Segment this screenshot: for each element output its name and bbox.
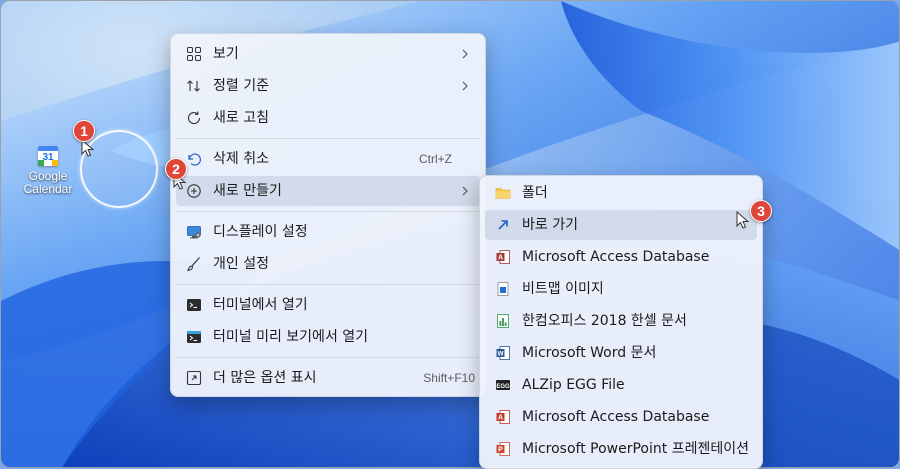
word-icon: W [496,346,510,360]
menu-item-label: 새로 고침 [213,110,269,126]
menu-item-open-in-terminal-preview[interactable]: 터미널 미리 보기에서 열기 [176,322,480,352]
menu-item-personalize[interactable]: 개인 설정 [176,249,480,279]
refresh-icon [187,111,201,125]
submenu-item-access-database-2[interactable]: A Microsoft Access Database [485,402,757,432]
submenu-item-alzip-egg-file[interactable]: EGG ALZip EGG File [485,370,757,400]
submenu-item-label: Microsoft PowerPoint 프레젠테이션 [522,441,749,457]
menu-item-label: 더 많은 옵션 표시 [213,370,317,386]
menu-separator [176,211,480,212]
submenu-item-shortcut[interactable]: 바로 가기 [485,210,757,240]
menu-item-open-in-terminal[interactable]: 터미널에서 열기 [176,290,480,320]
submenu-item-label: 한컴오피스 2018 한셀 문서 [522,313,687,329]
terminal-preview-icon [187,331,201,343]
menu-item-view[interactable]: 보기 [176,39,480,69]
undo-icon [188,153,201,166]
chevron-right-icon [462,49,468,59]
powerpoint-icon: P [496,442,510,456]
access-icon: A [496,410,510,424]
menu-item-label: 정렬 기준 [213,78,269,94]
chevron-right-icon [462,186,468,196]
menu-item-label: 삭제 취소 [213,151,269,167]
menu-item-undo-delete[interactable]: 삭제 취소 Ctrl+Z [176,144,480,174]
submenu-item-label: Microsoft Access Database [522,249,710,265]
expand-icon [186,370,202,386]
calendar-icon: 31 [38,146,58,166]
menu-item-label: 보기 [213,46,239,62]
menu-separator [176,138,480,139]
menu-item-label: 터미널에서 열기 [213,297,308,313]
folder-icon [495,188,511,199]
brush-icon [187,257,200,272]
menu-item-label: 터미널 미리 보기에서 열기 [213,329,369,345]
menu-item-sort-by[interactable]: 정렬 기준 [176,71,480,101]
desktop-icon-label-line2: Calendar [23,182,73,196]
menu-item-new[interactable]: 새로 만들기 [176,176,480,206]
svg-text:EGG: EGG [496,384,510,390]
svg-text:W: W [497,351,504,358]
terminal-icon [187,299,201,311]
grid-icon [187,47,201,61]
menu-item-shortcut: Ctrl+Z [419,152,452,166]
menu-separator [176,284,480,285]
menu-item-label: 디스플레이 설정 [213,224,308,240]
chevron-right-icon [462,81,468,91]
submenu-item-word-document[interactable]: W Microsoft Word 문서 [485,338,757,368]
submenu-item-label: 비트맵 이미지 [522,281,604,297]
menu-item-label: 새로 만들기 [213,183,282,199]
desktop-context-menu: 보기 정렬 기준 새로 고침 삭제 취소 Ctrl+Z 새로 만들기 디스플레이… [170,33,486,397]
display-icon [187,226,201,239]
sort-arrows-icon [187,80,200,92]
svg-text:P: P [498,447,503,454]
access-icon: A [496,250,510,264]
menu-item-show-more-options[interactable]: 더 많은 옵션 표시 Shift+F10 [176,363,480,393]
svg-text:A: A [498,255,503,262]
submenu-item-access-database[interactable]: A Microsoft Access Database [485,242,757,272]
menu-item-label: 개인 설정 [213,256,269,272]
bitmap-icon [497,282,509,296]
menu-separator [176,357,480,358]
step-badge-1: 1 [73,120,95,142]
hancell-icon [497,314,509,328]
google-calendar-desktop-icon[interactable]: 31 Google Calendar [20,146,76,196]
submenu-item-label: ALZip EGG File [522,377,625,393]
svg-text:A: A [498,415,503,422]
step-badge-3: 3 [750,200,772,222]
submenu-item-label: 폴더 [522,185,548,201]
submenu-item-powerpoint-presentation[interactable]: P Microsoft PowerPoint 프레젠테이션 [485,434,757,464]
egg-icon: EGG [496,380,510,390]
shortcut-arrow-icon [498,220,508,230]
menu-item-refresh[interactable]: 새로 고침 [176,103,480,133]
menu-item-shortcut: Shift+F10 [423,371,475,385]
step-badge-2: 2 [165,158,187,180]
submenu-item-folder[interactable]: 폴더 [485,178,757,208]
submenu-item-label: Microsoft Word 문서 [522,345,657,361]
submenu-item-hancell-document[interactable]: 한컴오피스 2018 한셀 문서 [485,306,757,336]
submenu-item-bitmap-image[interactable]: 비트맵 이미지 [485,274,757,304]
submenu-item-label: 바로 가기 [522,217,578,233]
new-submenu: 폴더 바로 가기 A Microsoft Access Database 비트맵… [479,175,763,469]
menu-item-display-settings[interactable]: 디스플레이 설정 [176,217,480,247]
submenu-item-label: Microsoft Access Database [522,409,710,425]
